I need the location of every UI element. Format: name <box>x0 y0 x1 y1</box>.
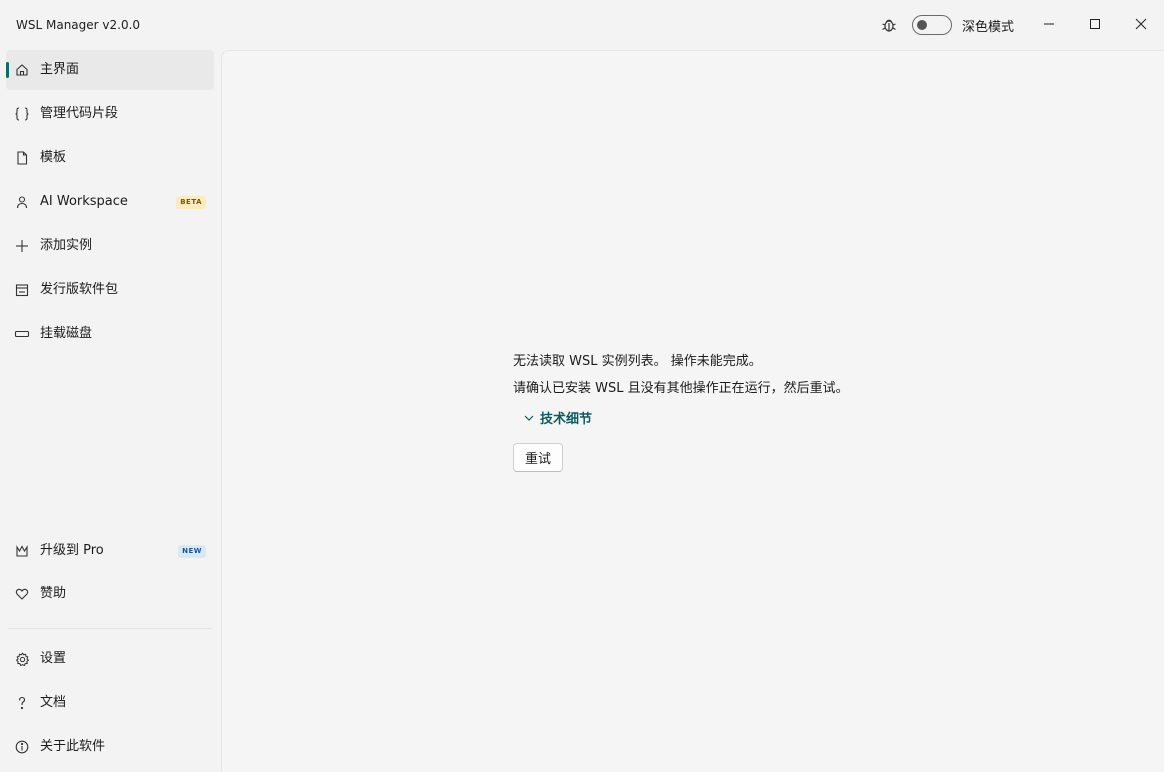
title-bar: WSL Manager v2.0.0 深色模式 <box>0 0 1164 50</box>
crown-icon <box>14 543 30 559</box>
close-icon <box>1135 18 1147 30</box>
sidebar-item-label: 升级到 Pro <box>40 543 104 558</box>
active-indicator <box>6 62 9 78</box>
toggle-knob <box>917 20 927 30</box>
sidebar-item-label: 模板 <box>40 150 67 165</box>
new-badge: NEW <box>178 545 206 558</box>
sidebar-item-templates[interactable]: 模板 <box>6 138 214 178</box>
main-content: 无法读取 WSL 实例列表。 操作未能完成。 请确认已安装 WSL 且没有其他操… <box>221 50 1164 772</box>
home-icon <box>14 62 30 78</box>
close-button[interactable] <box>1127 10 1155 38</box>
sidebar-item-label: AI Workspace <box>40 194 128 209</box>
disk-icon <box>14 326 30 342</box>
bug-icon[interactable] <box>880 16 898 34</box>
sidebar-item-label: 设置 <box>40 651 67 666</box>
sidebar-item-about[interactable]: 关于此软件 <box>6 727 214 767</box>
plus-icon <box>14 238 30 254</box>
sidebar-item-docs[interactable]: 文档 <box>6 683 214 723</box>
sidebar-item-settings[interactable]: 设置 <box>6 639 214 679</box>
sidebar-item-label: 关于此软件 <box>40 739 106 754</box>
sidebar: 主界面 管理代码片段 模板 AI Workspace BETA 添加实例 发行版… <box>0 50 220 771</box>
dark-mode-label: 深色模式 <box>962 20 1015 35</box>
sidebar-item-label: 主界面 <box>40 62 80 77</box>
sidebar-item-label: 发行版软件包 <box>40 282 119 297</box>
sidebar-item-mount-disk[interactable]: 挂载磁盘 <box>6 314 214 354</box>
question-icon <box>14 695 30 711</box>
sidebar-item-label: 管理代码片段 <box>40 106 119 121</box>
error-message: 无法读取 WSL 实例列表。 操作未能完成。 <box>513 354 762 369</box>
maximize-icon <box>1090 19 1100 29</box>
store-icon <box>14 282 30 298</box>
heart-icon <box>14 586 30 602</box>
maximize-button[interactable] <box>1081 10 1109 38</box>
sidebar-item-sponsor[interactable]: 赞助 <box>6 574 214 614</box>
retry-button[interactable]: 重试 <box>513 443 563 472</box>
dark-mode-toggle[interactable] <box>912 15 952 35</box>
minimize-icon <box>1044 23 1054 25</box>
technical-details-label: 技术细节 <box>540 412 593 427</box>
sidebar-item-upgrade-pro[interactable]: 升级到 Pro NEW <box>6 531 214 571</box>
sidebar-item-label: 赞助 <box>40 586 67 601</box>
sidebar-item-label: 挂载磁盘 <box>40 326 93 341</box>
braces-icon <box>14 106 30 122</box>
error-hint: 请确认已安装 WSL 且没有其他操作正在运行，然后重试。 <box>513 381 849 396</box>
sidebar-item-distro-packages[interactable]: 发行版软件包 <box>6 270 214 310</box>
sidebar-item-ai-workspace[interactable]: AI Workspace BETA <box>6 182 214 222</box>
sidebar-item-add-instance[interactable]: 添加实例 <box>6 226 214 266</box>
beta-badge: BETA <box>176 196 206 209</box>
info-icon <box>14 739 30 755</box>
document-icon <box>14 150 30 166</box>
sidebar-item-label: 文档 <box>40 695 67 710</box>
gear-icon <box>14 651 30 667</box>
person-icon <box>14 194 30 210</box>
chevron-down-icon <box>524 415 534 421</box>
sidebar-item-label: 添加实例 <box>40 238 93 253</box>
sidebar-divider <box>8 628 212 629</box>
sidebar-item-home[interactable]: 主界面 <box>6 50 214 90</box>
technical-details-expander[interactable]: 技术细节 <box>523 408 592 427</box>
minimize-button[interactable] <box>1035 10 1063 38</box>
app-title: WSL Manager v2.0.0 <box>16 18 141 32</box>
sidebar-item-snippets[interactable]: 管理代码片段 <box>6 94 214 134</box>
